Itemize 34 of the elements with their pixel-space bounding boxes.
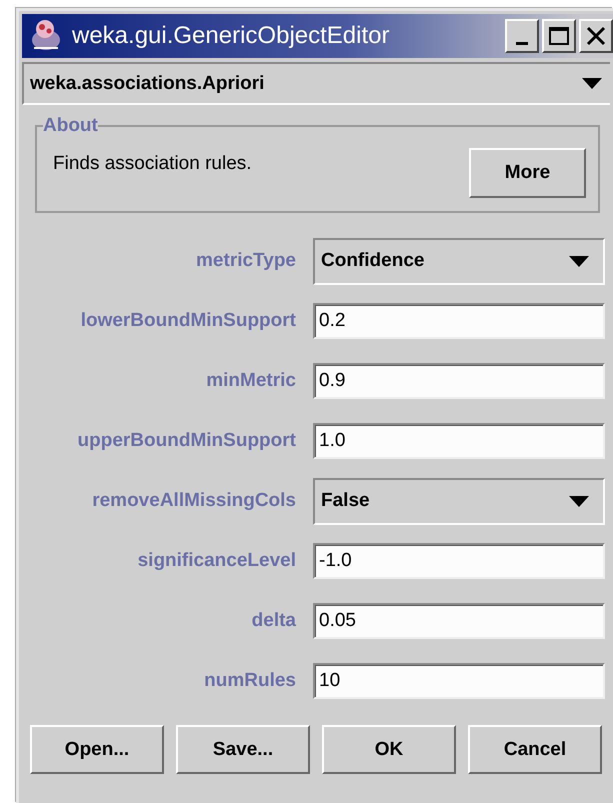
dropdown-arrow-icon	[569, 256, 589, 266]
property-label: metricType	[195, 250, 297, 272]
panel-title: About	[43, 115, 98, 137]
input-field[interactable]: -1.0	[313, 543, 605, 579]
input-field[interactable]: 1.0	[313, 423, 605, 459]
minimize-icon	[516, 42, 528, 44]
input-field[interactable]: 0.2	[313, 303, 605, 339]
dropdown[interactable]: False	[313, 478, 605, 524]
close-icon	[586, 26, 606, 46]
dialog-button[interactable]: Open...	[30, 725, 164, 774]
dialog-button[interactable]: Save...	[176, 725, 310, 774]
more-button[interactable]: More	[469, 148, 586, 198]
property-label: significanceLevel	[136, 550, 297, 572]
dropdown-arrow-icon	[582, 78, 602, 89]
property-label: numRules	[203, 670, 297, 692]
maximize-icon	[548, 26, 570, 46]
dialog-button[interactable]: Cancel	[468, 725, 602, 774]
minimize-button[interactable]	[505, 19, 539, 53]
class-dropdown[interactable]: weka.associations.Apriori	[22, 62, 610, 105]
maximize-button[interactable]	[542, 19, 576, 53]
window-title: weka.gui.GenericObjectEditor	[72, 22, 390, 50]
property-label: removeAllMissingCols	[91, 490, 297, 512]
property-label: lowerBoundMinSupport	[80, 310, 297, 332]
description-text: Finds association rules.	[53, 153, 252, 175]
property-label: delta	[250, 610, 297, 632]
dropdown-arrow-icon	[569, 496, 589, 506]
property-label: upperBoundMinSupport	[76, 430, 297, 452]
close-button[interactable]	[579, 19, 613, 53]
input-field[interactable]: 0.9	[313, 363, 605, 399]
input-field[interactable]: 0.05	[313, 603, 605, 639]
dropdown[interactable]: Confidence	[313, 238, 605, 284]
dialog-button[interactable]: OK	[322, 725, 456, 774]
property-label: minMetric	[205, 370, 297, 392]
input-field[interactable]: 10	[313, 663, 605, 699]
